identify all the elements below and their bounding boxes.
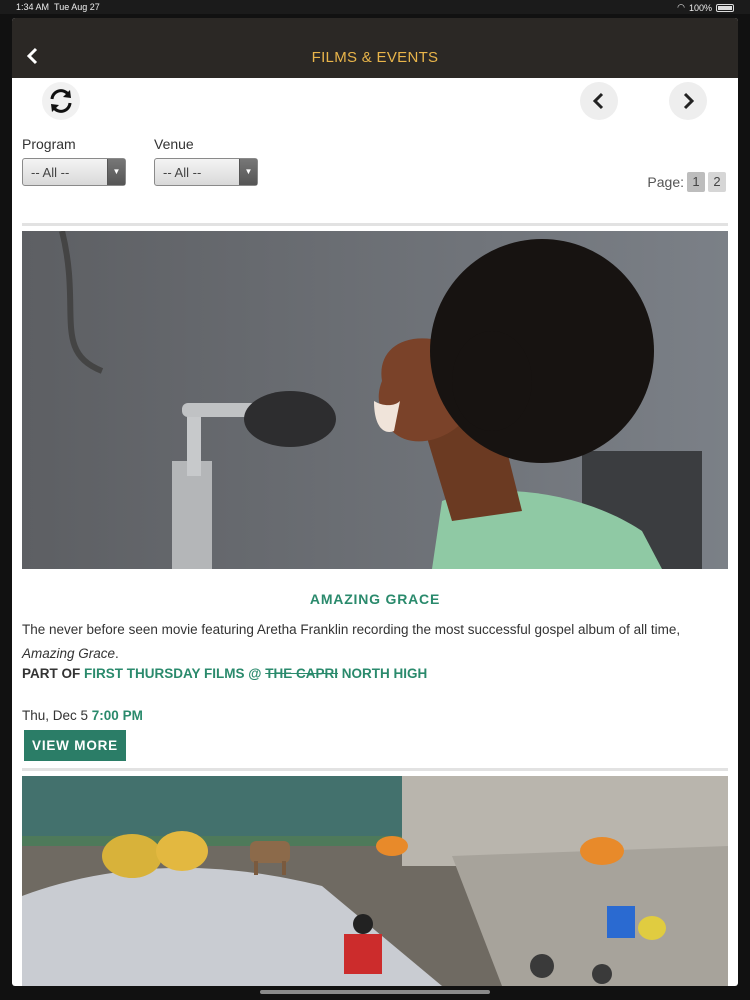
page-title: FILMS & EVENTS	[311, 49, 439, 66]
wifi-icon: ◠	[677, 2, 685, 12]
film-still-landfill	[22, 776, 728, 986]
film-datetime: Thu, Dec 5 7:00 PM	[22, 708, 143, 723]
dropdown-arrow-icon: ▼	[107, 159, 125, 185]
program-label: Program	[22, 136, 76, 152]
chevron-right-icon	[683, 92, 695, 110]
part-of-line: PART OF FIRST THURSDAY FILMS @ THE CAPRI…	[22, 666, 427, 681]
venue-select-value: -- All --	[163, 165, 202, 180]
previous-page-button[interactable]	[580, 82, 618, 120]
chevron-left-icon	[592, 92, 604, 110]
film-title-italic: Amazing Grace	[22, 646, 116, 661]
venue-struck: THE CAPRI	[265, 666, 338, 681]
film-image[interactable]	[22, 231, 728, 569]
battery-percent: 100%	[688, 2, 712, 13]
program-select[interactable]: -- All -- ▼	[22, 158, 126, 186]
filters-bar: Program -- All -- ▼ Venue -- All -- ▼ Pa…	[12, 128, 738, 198]
film-date: Thu, Dec 5	[22, 708, 89, 723]
dropdown-arrow-icon: ▼	[239, 159, 257, 185]
status-bar: 1:34 AM Tue Aug 27 ◠ 100%	[0, 0, 750, 14]
series-link[interactable]: FIRST THURSDAY FILMS @	[84, 666, 261, 681]
program-select-value: -- All --	[31, 165, 70, 180]
app-window: FILMS & EVENTS Program -- All -- ▼ Venue…	[12, 18, 738, 986]
toolbar	[12, 78, 738, 128]
refresh-icon	[50, 89, 72, 113]
divider	[22, 223, 728, 226]
venue-select[interactable]: -- All -- ▼	[154, 158, 258, 186]
nav-bar: FILMS & EVENTS	[12, 18, 738, 78]
film-description: The never before seen movie featuring Ar…	[22, 622, 681, 661]
film-image[interactable]	[22, 776, 728, 986]
pagination: Page: 1 2	[647, 172, 726, 192]
page-2-button[interactable]: 2	[708, 172, 726, 192]
status-time: 1:34 AM Tue Aug 27	[16, 2, 100, 12]
battery-icon	[716, 3, 734, 12]
page-1-button[interactable]: 1	[687, 172, 705, 192]
film-time: 7:00 PM	[91, 708, 143, 723]
film-still-singer	[22, 231, 728, 569]
refresh-button[interactable]	[42, 82, 80, 120]
next-page-button[interactable]	[669, 82, 707, 120]
part-of-label: PART OF	[22, 666, 81, 681]
home-indicator[interactable]	[260, 990, 490, 994]
divider	[22, 768, 728, 771]
view-more-button[interactable]: VIEW MORE	[24, 730, 126, 761]
venue-label: Venue	[154, 136, 194, 152]
venue-link[interactable]: NORTH HIGH	[342, 666, 428, 681]
status-right: ◠ 100%	[677, 2, 734, 13]
film-title[interactable]: AMAZING GRACE	[22, 591, 728, 607]
page-label: Page:	[647, 174, 684, 190]
